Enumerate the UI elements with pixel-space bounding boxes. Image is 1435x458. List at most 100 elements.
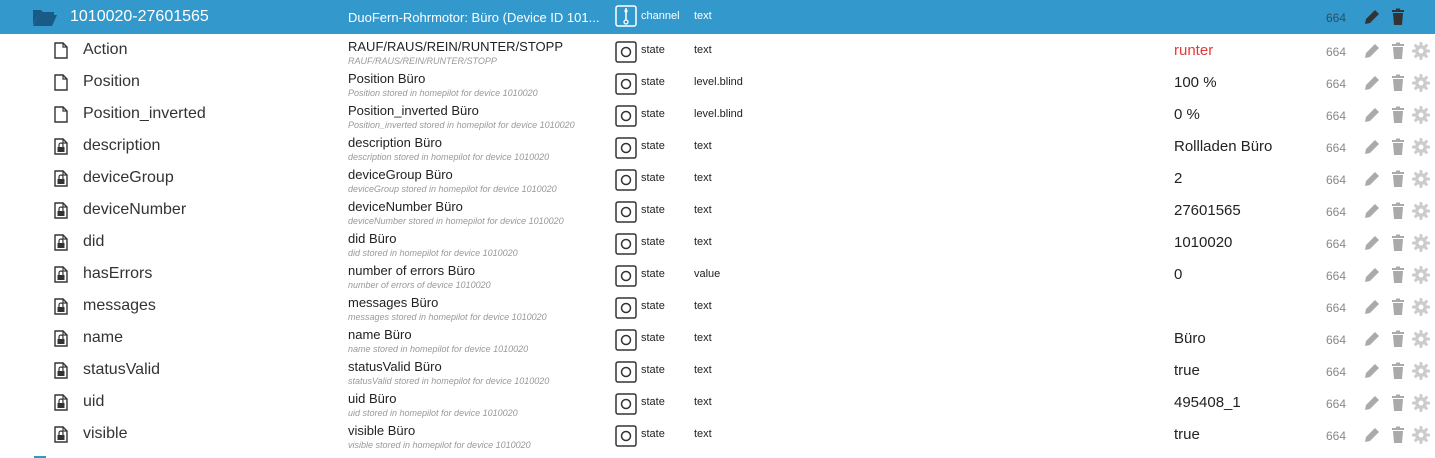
state-icon — [615, 425, 637, 447]
object-value[interactable]: true — [1174, 426, 1200, 443]
object-value[interactable]: Büro — [1174, 330, 1206, 347]
object-acl: 664 — [1326, 205, 1347, 219]
object-title: number of errors Büro — [348, 263, 476, 278]
delete-icon[interactable] — [1388, 169, 1408, 189]
object-type: state — [641, 44, 665, 56]
object-name: name — [83, 329, 124, 346]
delete-icon[interactable] — [1388, 233, 1408, 253]
state-icon — [615, 137, 637, 159]
tree-row-state[interactable]: messages messages Büro messages stored i… — [0, 290, 1435, 322]
gear-icon[interactable] — [1411, 41, 1431, 61]
delete-icon[interactable] — [1388, 425, 1408, 445]
object-title: deviceNumber Büro — [348, 199, 463, 214]
gear-icon[interactable] — [1411, 73, 1431, 93]
tree-row-state[interactable]: statusValid statusValid Büro statusValid… — [0, 354, 1435, 386]
object-description: name stored in homepilot for device 1010… — [348, 344, 529, 354]
delete-icon[interactable] — [1388, 265, 1408, 285]
delete-icon[interactable] — [1388, 393, 1408, 413]
gear-icon[interactable] — [1411, 265, 1431, 285]
gear-icon[interactable] — [1411, 329, 1431, 349]
gear-icon[interactable] — [1411, 201, 1431, 221]
delete-icon[interactable] — [1388, 137, 1408, 157]
tree-row-channel[interactable]: 1010020-27601565 DuoFern-Rohrmotor: Büro… — [0, 0, 1435, 34]
edit-icon[interactable] — [1362, 169, 1382, 189]
delete-icon[interactable] — [1388, 297, 1408, 317]
object-value[interactable]: Rollladen Büro — [1174, 138, 1272, 155]
delete-icon[interactable] — [1388, 41, 1408, 61]
object-name: Action — [83, 41, 128, 58]
object-value[interactable]: 0 % — [1174, 106, 1200, 123]
object-role: level.blind — [694, 108, 743, 120]
edit-icon[interactable] — [1362, 393, 1382, 413]
edit-icon[interactable] — [1362, 265, 1382, 285]
object-description: description stored in homepilot for devi… — [348, 152, 550, 162]
tree-row-state[interactable]: did did Büro did stored in homepilot for… — [0, 226, 1435, 258]
folder-open-icon[interactable] — [32, 7, 58, 27]
tree-row-state[interactable]: name name Büro name stored in homepilot … — [0, 322, 1435, 354]
object-acl: 664 — [1326, 365, 1347, 379]
object-type: state — [641, 268, 665, 280]
tree-row-state[interactable]: Position Position Büro Position stored i… — [0, 66, 1435, 98]
tree-row-state[interactable]: Position_inverted Position_inverted Büro… — [0, 98, 1435, 130]
object-value[interactable]: runter — [1174, 42, 1213, 59]
object-type: state — [641, 76, 665, 88]
gear-icon[interactable] — [1411, 393, 1431, 413]
delete-icon[interactable] — [1388, 7, 1408, 27]
object-value[interactable]: 100 % — [1174, 74, 1217, 91]
object-description: Position_inverted stored in homepilot fo… — [348, 120, 575, 130]
tree-row-state[interactable]: hasErrors number of errors Büro number o… — [0, 258, 1435, 290]
edit-icon[interactable] — [1362, 137, 1382, 157]
delete-icon[interactable] — [1388, 105, 1408, 125]
object-value[interactable]: true — [1174, 362, 1200, 379]
edit-icon[interactable] — [1362, 361, 1382, 381]
tree-row-state[interactable]: deviceGroup deviceGroup Büro deviceGroup… — [0, 162, 1435, 194]
edit-icon[interactable] — [1362, 73, 1382, 93]
delete-icon[interactable] — [1388, 361, 1408, 381]
object-name: Position_inverted — [83, 105, 206, 122]
gear-icon[interactable] — [1411, 137, 1431, 157]
object-value[interactable]: 0 — [1174, 266, 1182, 283]
edit-icon[interactable] — [1362, 41, 1382, 61]
edit-icon[interactable] — [1362, 297, 1382, 317]
file-icon — [54, 74, 68, 91]
object-acl: 664 — [1326, 173, 1347, 187]
edit-icon[interactable] — [1362, 425, 1382, 445]
tree-row-state[interactable]: visible visible Büro visible stored in h… — [0, 418, 1435, 450]
locked-file-icon — [54, 298, 68, 315]
delete-icon[interactable] — [1388, 73, 1408, 93]
gear-icon[interactable] — [1411, 425, 1431, 445]
object-acl: 664 — [1326, 333, 1347, 347]
delete-icon[interactable] — [1388, 201, 1408, 221]
object-title: RAUF/RAUS/REIN/RUNTER/STOPP — [348, 39, 564, 54]
object-value[interactable]: 27601565 — [1174, 202, 1241, 219]
gear-icon[interactable] — [1411, 105, 1431, 125]
tree-row-state[interactable]: deviceNumber deviceNumber Büro deviceNum… — [0, 194, 1435, 226]
object-value[interactable]: 2 — [1174, 170, 1182, 187]
object-role: value — [694, 268, 721, 280]
object-description: deviceGroup stored in homepilot for devi… — [348, 184, 557, 194]
tree-row-state[interactable]: uid uid Büro uid stored in homepilot for… — [0, 386, 1435, 418]
delete-icon[interactable] — [1388, 329, 1408, 349]
state-icon — [615, 233, 637, 255]
object-type: state — [641, 172, 665, 184]
tree-row-state[interactable]: description description Büro description… — [0, 130, 1435, 162]
object-value[interactable]: 495408_1 — [1174, 394, 1241, 411]
object-type: state — [641, 396, 665, 408]
edit-icon[interactable] — [1362, 105, 1382, 125]
object-name: did — [83, 233, 105, 250]
gear-icon[interactable] — [1411, 297, 1431, 317]
object-title: DuoFern-Rohrmotor: Büro (Device ID 101..… — [348, 10, 600, 25]
gear-icon[interactable] — [1411, 233, 1431, 253]
tree-row-state[interactable]: Action RAUF/RAUS/REIN/RUNTER/STOPP RAUF/… — [0, 34, 1435, 66]
edit-icon[interactable] — [1362, 329, 1382, 349]
gear-icon[interactable] — [1411, 169, 1431, 189]
edit-icon[interactable] — [1362, 201, 1382, 221]
object-type: state — [641, 140, 665, 152]
object-acl: 664 — [1326, 109, 1347, 123]
object-description: statusValid stored in homepilot for devi… — [348, 376, 550, 386]
gear-icon[interactable] — [1411, 361, 1431, 381]
edit-icon[interactable] — [1362, 233, 1382, 253]
object-name: messages — [83, 297, 156, 314]
edit-icon[interactable] — [1362, 7, 1382, 27]
object-value[interactable]: 1010020 — [1174, 234, 1232, 251]
